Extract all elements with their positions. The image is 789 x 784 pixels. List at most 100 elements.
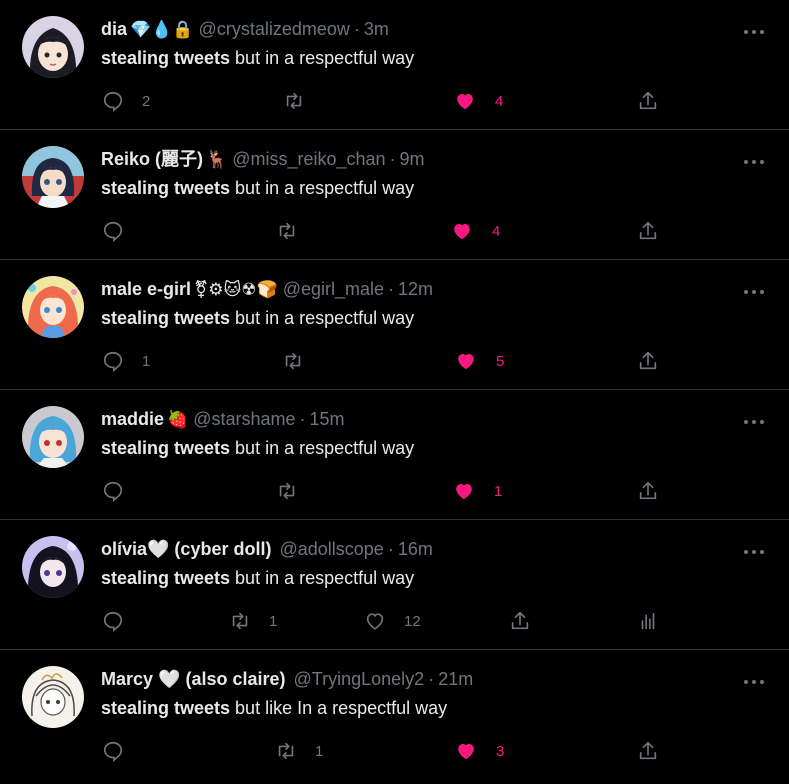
tweet[interactable]: Marcy 🤍 (also claire) @TryingLonely2 · 21m…	[0, 650, 789, 784]
retweet-button[interactable]	[276, 216, 316, 246]
like-button[interactable]: 4	[454, 86, 503, 116]
like-count: 5	[496, 352, 505, 370]
like-button[interactable]: 3	[455, 736, 504, 766]
reply-button[interactable]	[102, 736, 142, 766]
retweet-button[interactable]: 1	[275, 736, 323, 766]
timestamp[interactable]: 3m	[364, 19, 389, 39]
avatar[interactable]	[22, 536, 84, 598]
timestamp[interactable]: 12m	[398, 279, 433, 299]
avatar[interactable]	[22, 16, 84, 78]
like-count: 3	[496, 742, 505, 760]
avatar[interactable]	[22, 276, 84, 338]
avatar-image	[22, 16, 84, 78]
like-button[interactable]: 4	[451, 216, 500, 246]
share-button[interactable]	[637, 736, 659, 766]
tweet-text-rest: but in a respectful way	[230, 308, 415, 328]
handle[interactable]: @egirl_male	[283, 279, 384, 299]
timestamp[interactable]: 16m	[398, 539, 433, 559]
more-button[interactable]	[743, 672, 765, 684]
like-button[interactable]: 5	[455, 346, 504, 376]
tweet[interactable]: male e-girl ⚧⚙🐱☢🍞 @egirl_male · 12m stealin…	[0, 260, 789, 390]
tweet-actions: 1 12	[0, 606, 789, 636]
tweet-actions: 4	[0, 216, 789, 246]
retweet-count: 1	[315, 742, 324, 760]
separator: ·	[353, 19, 360, 39]
retweet-button[interactable]	[282, 346, 322, 376]
tweet-text-rest: but like In a respectful way	[230, 698, 448, 718]
reply-icon	[103, 91, 123, 112]
share-icon	[639, 351, 657, 370]
share-icon	[639, 741, 657, 760]
tweet-header: maddie 🍓 @starshame · 15m	[101, 408, 729, 431]
avatar[interactable]	[22, 146, 84, 208]
tweet-header: male e-girl ⚧⚙🐱☢🍞 @egirl_male · 12m	[101, 278, 729, 301]
analytics-icon	[641, 612, 655, 630]
reply-button[interactable]	[102, 216, 142, 246]
separator: ·	[389, 149, 396, 169]
more-button[interactable]	[743, 282, 765, 294]
reply-button[interactable]	[102, 606, 142, 636]
more-button[interactable]	[743, 22, 765, 34]
tweet[interactable]: Reiko (麗子) 🦌 @miss_reiko_chan · 9m stealing…	[0, 130, 789, 260]
reply-button[interactable]: 1	[102, 346, 150, 376]
like-count: 1	[494, 482, 503, 500]
tweet-text: stealing tweets but in a respectful way	[101, 47, 414, 69]
like-button[interactable]: 1	[453, 476, 502, 506]
share-icon	[639, 91, 657, 110]
display-name[interactable]: male e-girl	[101, 279, 191, 299]
separator: ·	[428, 669, 435, 689]
avatar-image	[22, 536, 84, 598]
share-button[interactable]	[509, 606, 531, 636]
tweet-header: olívia🤍 (cyber doll) @adollscope · 16m	[101, 538, 729, 561]
tweet-text: stealing tweets but like In a respectful…	[101, 697, 447, 719]
retweet-button[interactable]	[283, 86, 323, 116]
views-button[interactable]	[637, 606, 659, 636]
display-name[interactable]: Marcy 🤍 (also claire)	[101, 669, 286, 689]
avatar[interactable]	[22, 666, 84, 728]
like-count: 4	[492, 222, 501, 240]
like-button[interactable]: 12	[364, 606, 421, 636]
share-button[interactable]	[637, 86, 659, 116]
display-name[interactable]: Reiko (麗子)	[101, 149, 203, 169]
handle[interactable]: @starshame	[193, 409, 295, 429]
more-button[interactable]	[743, 412, 765, 424]
handle[interactable]: @TryingLonely2	[294, 669, 425, 689]
name-emojis: 🍓	[167, 410, 189, 430]
reply-icon	[103, 221, 123, 242]
display-name[interactable]: olívia🤍 (cyber doll)	[101, 539, 271, 559]
retweet-button[interactable]	[276, 476, 316, 506]
retweet-icon	[232, 612, 248, 630]
share-button[interactable]	[637, 216, 659, 246]
retweet-button[interactable]: 1	[229, 606, 277, 636]
timestamp[interactable]: 15m	[310, 409, 345, 429]
handle[interactable]: @crystalizedmeow	[199, 19, 350, 39]
reply-count: 2	[142, 92, 151, 110]
tweet[interactable]: dia 💎💧🔒 @crystalizedmeow · 3m stealing twee…	[0, 0, 789, 130]
heart-icon	[458, 353, 474, 370]
share-button[interactable]	[637, 346, 659, 376]
tweet-text: stealing tweets but in a respectful way	[101, 567, 414, 589]
handle[interactable]: @adollscope	[279, 539, 383, 559]
reply-button[interactable]: 2	[102, 86, 150, 116]
avatar[interactable]	[22, 406, 84, 468]
tweet-text-bold: stealing tweets	[101, 438, 231, 458]
heart-icon	[456, 483, 472, 500]
retweet-icon	[285, 352, 301, 370]
display-name[interactable]: maddie	[101, 409, 164, 429]
reply-count: 1	[142, 352, 151, 370]
display-name[interactable]: dia	[101, 19, 127, 39]
more-button[interactable]	[743, 542, 765, 554]
share-button[interactable]	[637, 476, 659, 506]
tweet-text: stealing tweets but in a respectful way	[101, 307, 414, 329]
tweet-header: Reiko (麗子) 🦌 @miss_reiko_chan · 9m	[101, 148, 729, 171]
timestamp[interactable]: 9m	[400, 149, 425, 169]
tweet[interactable]: maddie 🍓 @starshame · 15m stealing tweets b…	[0, 390, 789, 520]
more-horizontal-icon	[744, 30, 764, 34]
tweet-actions: 1 5	[0, 346, 789, 376]
name-emojis: 💎💧🔒	[130, 20, 194, 40]
more-button[interactable]	[743, 152, 765, 164]
handle[interactable]: @miss_reiko_chan	[232, 149, 385, 169]
reply-button[interactable]	[102, 476, 142, 506]
tweet[interactable]: olívia🤍 (cyber doll) @adollscope · 16m ste…	[0, 520, 789, 650]
timestamp[interactable]: 21m	[438, 669, 473, 689]
